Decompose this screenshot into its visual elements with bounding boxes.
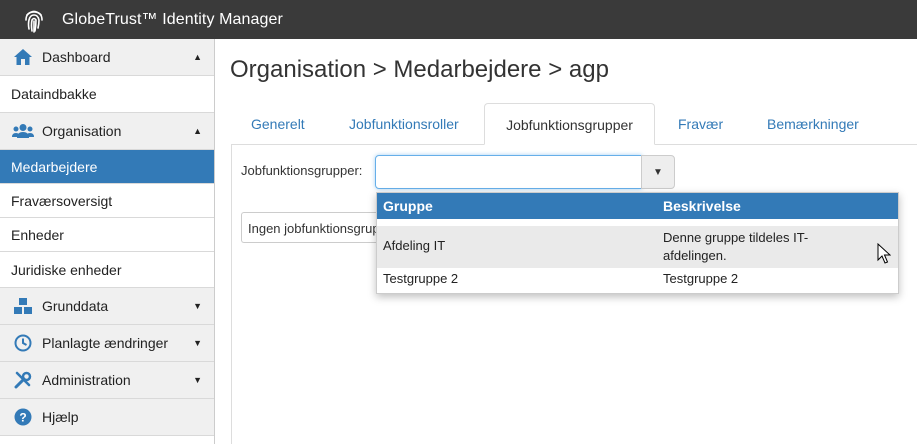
wrench-icon <box>12 370 34 390</box>
question-icon: ? <box>12 407 34 427</box>
caret-up-icon: ▲ <box>193 126 202 136</box>
app-header: GlobeTrust™ Identity Manager <box>0 0 917 39</box>
fingerprint-icon <box>25 10 43 33</box>
tab-fravaer[interactable]: Fravær <box>678 103 723 145</box>
row-gruppe: Testgruppe 2 <box>383 271 459 286</box>
sidebar-item-label: Administration <box>42 372 131 388</box>
sidebar-item-label: Planlagte ændringer <box>42 335 169 351</box>
empty-state-text: Ingen jobfunktionsgrupper <box>241 212 381 243</box>
sidebar-item-organisation[interactable]: Organisation ▲ <box>0 113 214 150</box>
app-title: GlobeTrust™ Identity Manager <box>62 10 283 28</box>
column-header-gruppe: Gruppe <box>383 198 433 214</box>
tab-bar: Generelt Jobfunktionsroller Jobfunktions… <box>231 103 917 145</box>
caret-down-icon: ▼ <box>193 375 202 385</box>
row-beskrivelse: Testgruppe 2 <box>663 271 739 286</box>
sidebar-item-fravaersoversigt[interactable]: Fraværsoversigt <box>0 184 214 218</box>
row-beskrivelse: Denne gruppe tildeles IT-afdelingen. <box>663 230 809 263</box>
sidebar-item-dataindbakke[interactable]: Dataindbakke <box>0 76 214 113</box>
column-header-beskrivelse: Beskrivelse <box>663 198 741 214</box>
dropdown-header: Gruppe Beskrivelse <box>377 193 898 219</box>
sidebar-item-juridiske-enheder[interactable]: Juridiske enheder <box>0 252 214 288</box>
sidebar-item-label: Medarbejdere <box>11 158 98 175</box>
caret-down-icon: ▼ <box>193 301 202 311</box>
sidebar-item-label: Grunddata <box>42 298 109 314</box>
mouse-cursor-icon <box>877 243 891 264</box>
sidebar-item-hjaelp[interactable]: ? Hjælp <box>0 399 214 436</box>
caret-down-icon: ▼ <box>653 166 663 178</box>
home-icon <box>12 47 34 67</box>
sidebar-item-label: Dataindbakke <box>11 86 97 102</box>
sidebar-item-label: Organisation <box>42 123 122 139</box>
page-title: Organisation > Medarbejdere > agp <box>230 56 609 83</box>
tab-jobfunktionsgrupper[interactable]: Jobfunktionsgrupper <box>484 103 655 145</box>
users-icon <box>12 121 34 141</box>
tab-bemaerkninger[interactable]: Bemærkninger <box>767 103 859 145</box>
dropdown-row[interactable]: Testgruppe 2 Testgruppe 2 <box>377 268 898 292</box>
sidebar-item-dashboard[interactable]: Dashboard ▲ <box>0 39 214 76</box>
sidebar-item-label: Fraværsoversigt <box>11 192 113 209</box>
caret-up-icon: ▲ <box>193 52 202 62</box>
dropdown-row[interactable]: Afdeling IT Denne gruppe tildeles IT-afd… <box>377 226 898 268</box>
sidebar-item-planlagte-aendringer[interactable]: Planlagte ændringer ▼ <box>0 325 214 362</box>
sidebar-item-administration[interactable]: Administration ▼ <box>0 362 214 399</box>
sidebar-item-medarbejdere[interactable]: Medarbejdere <box>0 150 214 184</box>
caret-down-icon: ▼ <box>193 338 202 348</box>
group-dropdown: Gruppe Beskrivelse Afdeling IT Denne gru… <box>376 192 899 294</box>
clock-icon <box>12 333 34 353</box>
sidebar: Dashboard ▲ Dataindbakke Organisation ▲ … <box>0 39 215 444</box>
svg-text:?: ? <box>19 411 26 425</box>
sidebar-item-grunddata[interactable]: Grunddata ▼ <box>0 288 214 325</box>
tab-label: Jobfunktionsgrupper <box>506 117 633 133</box>
sidebar-item-label: Juridiske enheder <box>11 261 122 278</box>
tab-panel <box>231 145 917 444</box>
sidebar-item-label: Hjælp <box>42 409 79 425</box>
sidebar-item-label: Dashboard <box>42 49 111 65</box>
sidebar-item-enheder[interactable]: Enheder <box>0 218 214 252</box>
jobfunktionsgrupper-label: Jobfunktionsgrupper: <box>241 163 363 178</box>
jobfunktionsgrupper-input[interactable] <box>375 155 642 189</box>
cubes-icon <box>12 296 34 316</box>
dropdown-toggle-button[interactable]: ▼ <box>641 155 675 189</box>
tab-jobfunktionsroller[interactable]: Jobfunktionsroller <box>349 103 459 145</box>
row-gruppe: Afdeling IT <box>383 238 446 253</box>
tab-generelt[interactable]: Generelt <box>251 103 305 145</box>
sidebar-item-label: Enheder <box>11 226 64 243</box>
